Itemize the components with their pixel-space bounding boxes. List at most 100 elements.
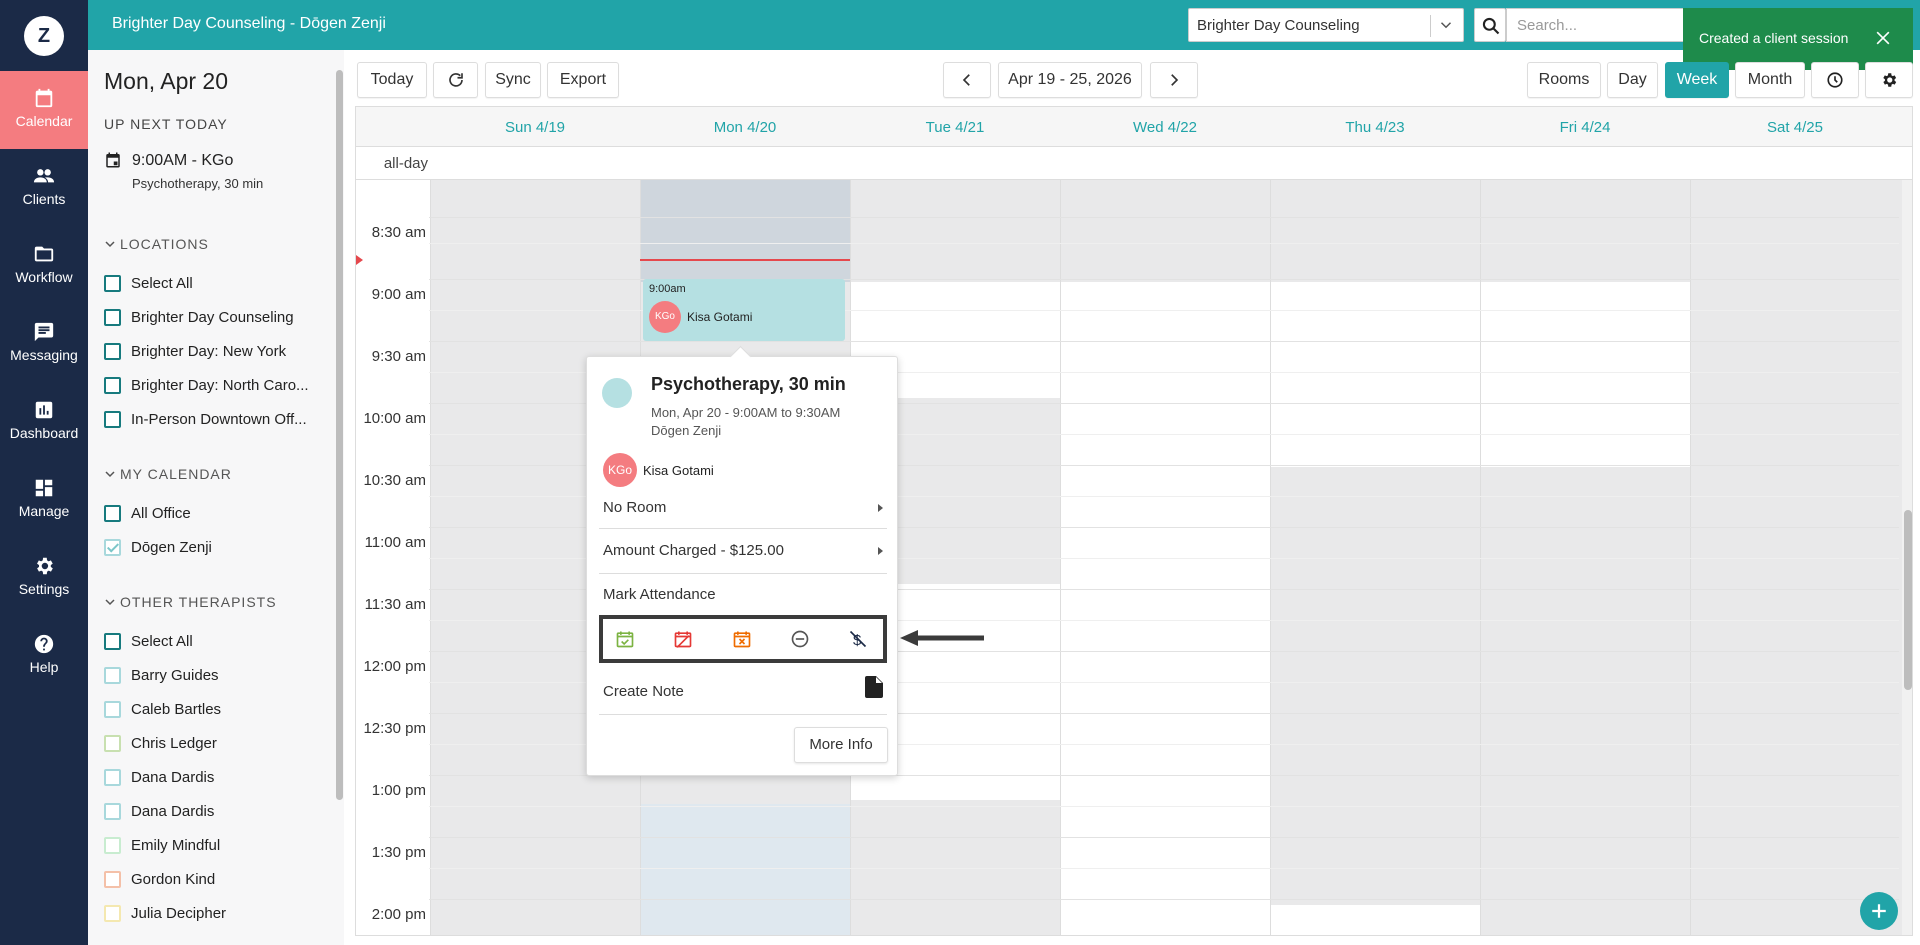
checkbox[interactable] bbox=[104, 905, 121, 922]
nav-dashboard[interactable]: Dashboard bbox=[0, 383, 88, 461]
checkbox[interactable] bbox=[104, 309, 121, 326]
checkbox-label: Gordon Kind bbox=[131, 871, 216, 888]
canceled-icon[interactable] bbox=[673, 629, 693, 649]
sidebar-scrollbar[interactable] bbox=[336, 70, 343, 800]
location-checkbox[interactable]: Brighter Day Counseling bbox=[104, 309, 294, 335]
scrollbar-thumb[interactable] bbox=[1904, 510, 1912, 690]
checkbox[interactable] bbox=[104, 539, 121, 556]
nav-manage[interactable]: Manage bbox=[0, 461, 88, 539]
location-checkbox[interactable]: In-Person Downtown Off... bbox=[104, 411, 307, 437]
toast-notification: Created a client session bbox=[1683, 8, 1913, 70]
calendar-icon bbox=[106, 152, 120, 168]
sync-button[interactable]: Sync bbox=[485, 62, 541, 98]
amount-charged-selector[interactable]: Amount Charged - $125.00 bbox=[603, 542, 883, 559]
app-logo[interactable]: Z bbox=[24, 16, 64, 56]
other-therapists-section-toggle[interactable]: OTHER THERAPISTS bbox=[104, 594, 277, 610]
nav-settings[interactable]: Settings bbox=[0, 539, 88, 617]
therapist-checkbox[interactable]: Select All bbox=[104, 633, 193, 659]
day-header[interactable]: Mon 4/20 bbox=[640, 119, 850, 136]
day-header[interactable]: Sat 4/25 bbox=[1690, 119, 1900, 136]
up-next-title: UP NEXT TODAY bbox=[104, 116, 228, 132]
day-header[interactable]: Sun 4/19 bbox=[430, 119, 640, 136]
checkbox[interactable] bbox=[104, 667, 121, 684]
hour-line bbox=[429, 341, 1899, 342]
my-calendar-section-toggle[interactable]: MY CALENDAR bbox=[104, 466, 232, 482]
nav-help-label: Help bbox=[29, 659, 59, 675]
checkbox[interactable] bbox=[104, 837, 121, 854]
all-day-row[interactable]: all-day bbox=[356, 147, 1912, 180]
search-button[interactable] bbox=[1474, 8, 1506, 42]
export-button[interactable]: Export bbox=[547, 62, 619, 98]
week-view-button[interactable]: Week bbox=[1665, 62, 1729, 98]
checkbox[interactable] bbox=[104, 803, 121, 820]
close-icon[interactable] bbox=[1873, 28, 1893, 48]
checkbox[interactable] bbox=[104, 411, 121, 428]
therapist-checkbox[interactable]: Julia Decipher bbox=[104, 905, 226, 931]
location-checkbox[interactable]: Brighter Day: North Caro... bbox=[104, 377, 309, 403]
up-next-appointment[interactable]: 9:00AM - KGo bbox=[132, 152, 233, 170]
therapist-checkbox[interactable]: Emily Mindful bbox=[104, 837, 220, 863]
date-range-display[interactable]: Apr 19 - 25, 2026 bbox=[998, 62, 1142, 98]
day-header[interactable]: Fri 4/24 bbox=[1480, 119, 1690, 136]
prev-week-button[interactable] bbox=[943, 62, 991, 98]
day-header[interactable]: Wed 4/22 bbox=[1060, 119, 1270, 136]
checkbox[interactable] bbox=[104, 505, 121, 522]
checkbox[interactable] bbox=[104, 275, 121, 292]
checkbox[interactable] bbox=[104, 769, 121, 786]
popover-client-name[interactable]: Kisa Gotami bbox=[643, 463, 714, 478]
nav-settings-label: Settings bbox=[18, 581, 70, 597]
no-charge-icon[interactable]: $ bbox=[848, 629, 868, 649]
day-header[interactable]: Tue 4/21 bbox=[850, 119, 1060, 136]
avatar[interactable]: KGo bbox=[603, 453, 637, 487]
checkbox[interactable] bbox=[104, 701, 121, 718]
next-week-button[interactable] bbox=[1150, 62, 1198, 98]
day-header[interactable]: Thu 4/23 bbox=[1270, 119, 1480, 136]
nav-messaging[interactable]: Messaging bbox=[0, 305, 88, 383]
location-select[interactable]: Brighter Day Counseling bbox=[1188, 8, 1464, 42]
checkbox[interactable] bbox=[104, 377, 121, 394]
no-show-icon[interactable] bbox=[732, 629, 752, 649]
location-checkbox[interactable]: Select All bbox=[104, 275, 193, 301]
nav-help[interactable]: Help bbox=[0, 617, 88, 695]
checkbox[interactable] bbox=[104, 633, 121, 650]
my-calendar-checkbox[interactable]: All Office bbox=[104, 505, 191, 531]
nav-calendar-label: Calendar bbox=[15, 113, 73, 129]
search-icon bbox=[1482, 17, 1500, 35]
nav-workflow[interactable]: Workflow bbox=[0, 227, 88, 305]
today-button[interactable]: Today bbox=[357, 62, 427, 98]
calendar-scrollbar[interactable] bbox=[1902, 180, 1912, 935]
therapist-checkbox[interactable]: Dana Dardis bbox=[104, 769, 214, 795]
therapist-checkbox[interactable]: Gordon Kind bbox=[104, 871, 215, 897]
locations-section-toggle[interactable]: LOCATIONS bbox=[104, 236, 209, 252]
therapist-checkbox[interactable]: Caleb Bartles bbox=[104, 701, 221, 727]
note-icon[interactable] bbox=[865, 676, 883, 698]
history-button[interactable] bbox=[1811, 62, 1859, 98]
rooms-button[interactable]: Rooms bbox=[1527, 62, 1601, 98]
location-checkbox[interactable]: Brighter Day: New York bbox=[104, 343, 286, 369]
checkbox[interactable] bbox=[104, 735, 121, 752]
room-selector[interactable]: No Room bbox=[603, 499, 883, 516]
day-view-button[interactable]: Day bbox=[1607, 62, 1658, 98]
nav-calendar[interactable]: Calendar bbox=[0, 71, 88, 149]
checkbox[interactable] bbox=[104, 871, 121, 888]
add-button[interactable] bbox=[1860, 892, 1898, 930]
therapist-checkbox[interactable]: Barry Guides bbox=[104, 667, 219, 693]
checkbox-label: All Office bbox=[131, 505, 191, 522]
therapist-checkbox[interactable]: Chris Ledger bbox=[104, 735, 217, 761]
more-info-button[interactable]: More Info bbox=[794, 727, 888, 763]
refresh-button[interactable] bbox=[433, 62, 478, 98]
calendar-event[interactable]: 9:00am KGo Kisa Gotami bbox=[643, 279, 845, 341]
my-calendar-checkbox[interactable]: Dōgen Zenji bbox=[104, 539, 212, 565]
month-view-button[interactable]: Month bbox=[1735, 62, 1805, 98]
attended-icon[interactable] bbox=[615, 629, 635, 649]
clear-status-icon[interactable] bbox=[790, 629, 810, 649]
time-label: 2:00 pm bbox=[371, 906, 426, 923]
therapist-checkbox[interactable]: Dana Dardis bbox=[104, 803, 214, 829]
create-note-button[interactable]: Create Note bbox=[603, 683, 883, 700]
left-nav: Z Calendar Clients Workflow Messaging Da… bbox=[0, 0, 88, 945]
checkbox-label: In-Person Downtown Off... bbox=[131, 411, 307, 428]
divider bbox=[599, 528, 887, 529]
nav-clients[interactable]: Clients bbox=[0, 149, 88, 227]
calendar-settings-button[interactable] bbox=[1865, 62, 1913, 98]
checkbox[interactable] bbox=[104, 343, 121, 360]
